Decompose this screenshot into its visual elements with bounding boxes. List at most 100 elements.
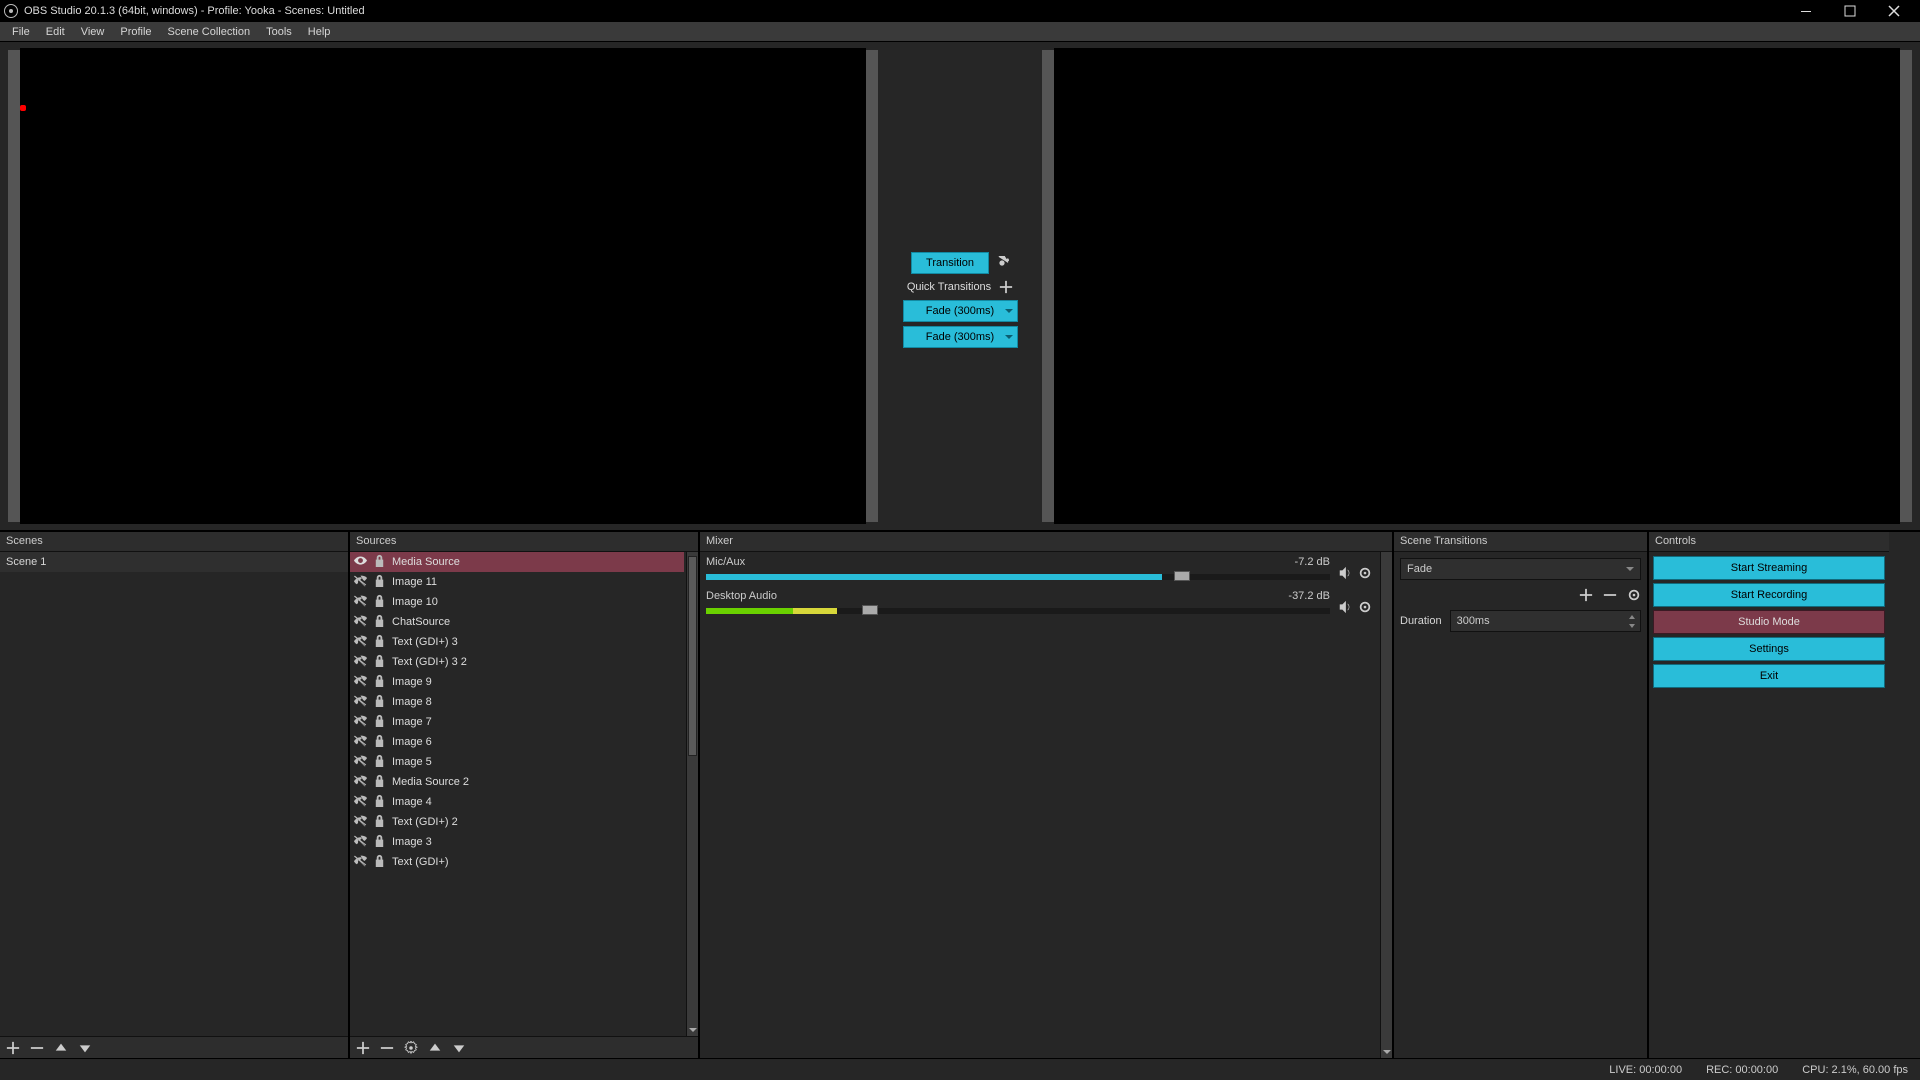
lock-icon[interactable] [373, 794, 386, 810]
scene-item[interactable]: Scene 1 [0, 552, 348, 572]
lock-icon[interactable] [373, 774, 386, 790]
mute-toggle-icon[interactable] [1338, 600, 1352, 614]
selection-handle-icon[interactable] [20, 105, 26, 111]
scroll-down-icon[interactable] [1381, 1046, 1392, 1058]
volume-slider-thumb[interactable] [862, 605, 878, 615]
quick-transition-button[interactable]: Fade (300ms) [903, 326, 1018, 348]
sources-move-up-icon[interactable] [428, 1041, 442, 1055]
visibility-toggle-icon[interactable] [354, 614, 367, 630]
quick-transitions-add-icon[interactable] [999, 280, 1013, 294]
program-canvas-right[interactable] [1042, 50, 1912, 522]
scenes-move-down-icon[interactable] [78, 1041, 92, 1055]
visibility-toggle-icon[interactable] [354, 714, 367, 730]
source-row[interactable]: Media Source [350, 552, 684, 572]
scenes-move-up-icon[interactable] [54, 1041, 68, 1055]
lock-icon[interactable] [373, 674, 386, 690]
source-row[interactable]: Image 10 [350, 592, 684, 612]
transition-settings-icon[interactable] [1627, 588, 1641, 602]
visibility-toggle-icon[interactable] [354, 834, 367, 850]
source-row[interactable]: Text (GDI+) 3 [350, 632, 684, 652]
menu-help[interactable]: Help [300, 24, 339, 40]
visibility-toggle-icon[interactable] [354, 574, 367, 590]
lock-icon[interactable] [373, 614, 386, 630]
menu-tools[interactable]: Tools [258, 24, 300, 40]
maximize-button[interactable] [1828, 0, 1872, 22]
lock-icon[interactable] [373, 814, 386, 830]
visibility-toggle-icon[interactable] [354, 594, 367, 610]
sources-move-down-icon[interactable] [452, 1041, 466, 1055]
visibility-toggle-icon[interactable] [354, 674, 367, 690]
sources-scrollbar[interactable] [686, 552, 698, 1036]
exit-button[interactable]: Exit [1653, 664, 1885, 688]
lock-icon[interactable] [373, 574, 386, 590]
transition-button[interactable]: Transition [911, 252, 989, 274]
transition-remove-icon[interactable] [1603, 588, 1617, 602]
source-row[interactable]: Text (GDI+) 2 [350, 812, 684, 832]
visibility-toggle-icon[interactable] [354, 754, 367, 770]
mixer-meter[interactable] [706, 608, 1330, 614]
transition-add-icon[interactable] [1579, 588, 1593, 602]
source-row[interactable]: Image 7 [350, 712, 684, 732]
menu-view[interactable]: View [73, 24, 113, 40]
quick-transition-button[interactable]: Fade (300ms) [903, 300, 1018, 322]
visibility-toggle-icon[interactable] [354, 794, 367, 810]
scenes-add-icon[interactable] [6, 1041, 20, 1055]
source-row[interactable]: Media Source 2 [350, 772, 684, 792]
menu-scene-collection[interactable]: Scene Collection [160, 24, 259, 40]
source-row[interactable]: Image 11 [350, 572, 684, 592]
mixer-settings-icon[interactable] [1358, 600, 1372, 614]
visibility-toggle-icon[interactable] [354, 854, 367, 870]
lock-icon[interactable] [373, 634, 386, 650]
source-row[interactable]: Text (GDI+) 3 2 [350, 652, 684, 672]
lock-icon[interactable] [373, 754, 386, 770]
source-row[interactable]: ChatSource [350, 612, 684, 632]
lock-icon[interactable] [373, 854, 386, 870]
lock-icon[interactable] [373, 834, 386, 850]
visibility-toggle-icon[interactable] [354, 694, 367, 710]
mute-toggle-icon[interactable] [1338, 566, 1352, 580]
studio-mode-button[interactable]: Studio Mode [1653, 610, 1885, 634]
source-row[interactable]: Text (GDI+) [350, 852, 684, 872]
source-row[interactable]: Image 8 [350, 692, 684, 712]
duration-spinner[interactable]: 300ms [1450, 610, 1641, 632]
lock-icon[interactable] [373, 554, 386, 570]
spinner-up-icon[interactable] [1626, 612, 1638, 621]
scrollbar-thumb[interactable] [1382, 552, 1391, 1058]
source-row[interactable]: Image 4 [350, 792, 684, 812]
visibility-toggle-icon[interactable] [354, 554, 367, 570]
visibility-toggle-icon[interactable] [354, 654, 367, 670]
minimize-button[interactable] [1784, 0, 1828, 22]
close-button[interactable] [1872, 0, 1916, 22]
lock-icon[interactable] [373, 594, 386, 610]
menu-profile[interactable]: Profile [112, 24, 159, 40]
sources-remove-icon[interactable] [380, 1041, 394, 1055]
visibility-toggle-icon[interactable] [354, 774, 367, 790]
start-streaming-button[interactable]: Start Streaming [1653, 556, 1885, 580]
sources-settings-icon[interactable] [404, 1041, 418, 1055]
mixer-meter[interactable] [706, 574, 1330, 580]
menu-file[interactable]: File [4, 24, 38, 40]
settings-button[interactable]: Settings [1653, 637, 1885, 661]
transition-select[interactable]: Fade [1400, 558, 1641, 580]
scenes-remove-icon[interactable] [30, 1041, 44, 1055]
source-row[interactable]: Image 9 [350, 672, 684, 692]
preview-canvas-left[interactable] [8, 50, 878, 522]
lock-icon[interactable] [373, 714, 386, 730]
source-row[interactable]: Image 6 [350, 732, 684, 752]
lock-icon[interactable] [373, 694, 386, 710]
mixer-settings-icon[interactable] [1358, 566, 1372, 580]
scrollbar-thumb[interactable] [688, 556, 697, 756]
spinner-down-icon[interactable] [1626, 621, 1638, 630]
source-row[interactable]: Image 5 [350, 752, 684, 772]
mixer-scrollbar[interactable] [1380, 552, 1392, 1058]
lock-icon[interactable] [373, 654, 386, 670]
lock-icon[interactable] [373, 734, 386, 750]
transition-settings-gear-icon[interactable] [995, 256, 1009, 270]
start-recording-button[interactable]: Start Recording [1653, 583, 1885, 607]
source-row[interactable]: Image 3 [350, 832, 684, 852]
visibility-toggle-icon[interactable] [354, 734, 367, 750]
visibility-toggle-icon[interactable] [354, 814, 367, 830]
volume-slider-thumb[interactable] [1174, 571, 1190, 581]
sources-add-icon[interactable] [356, 1041, 370, 1055]
scroll-down-icon[interactable] [687, 1024, 698, 1036]
